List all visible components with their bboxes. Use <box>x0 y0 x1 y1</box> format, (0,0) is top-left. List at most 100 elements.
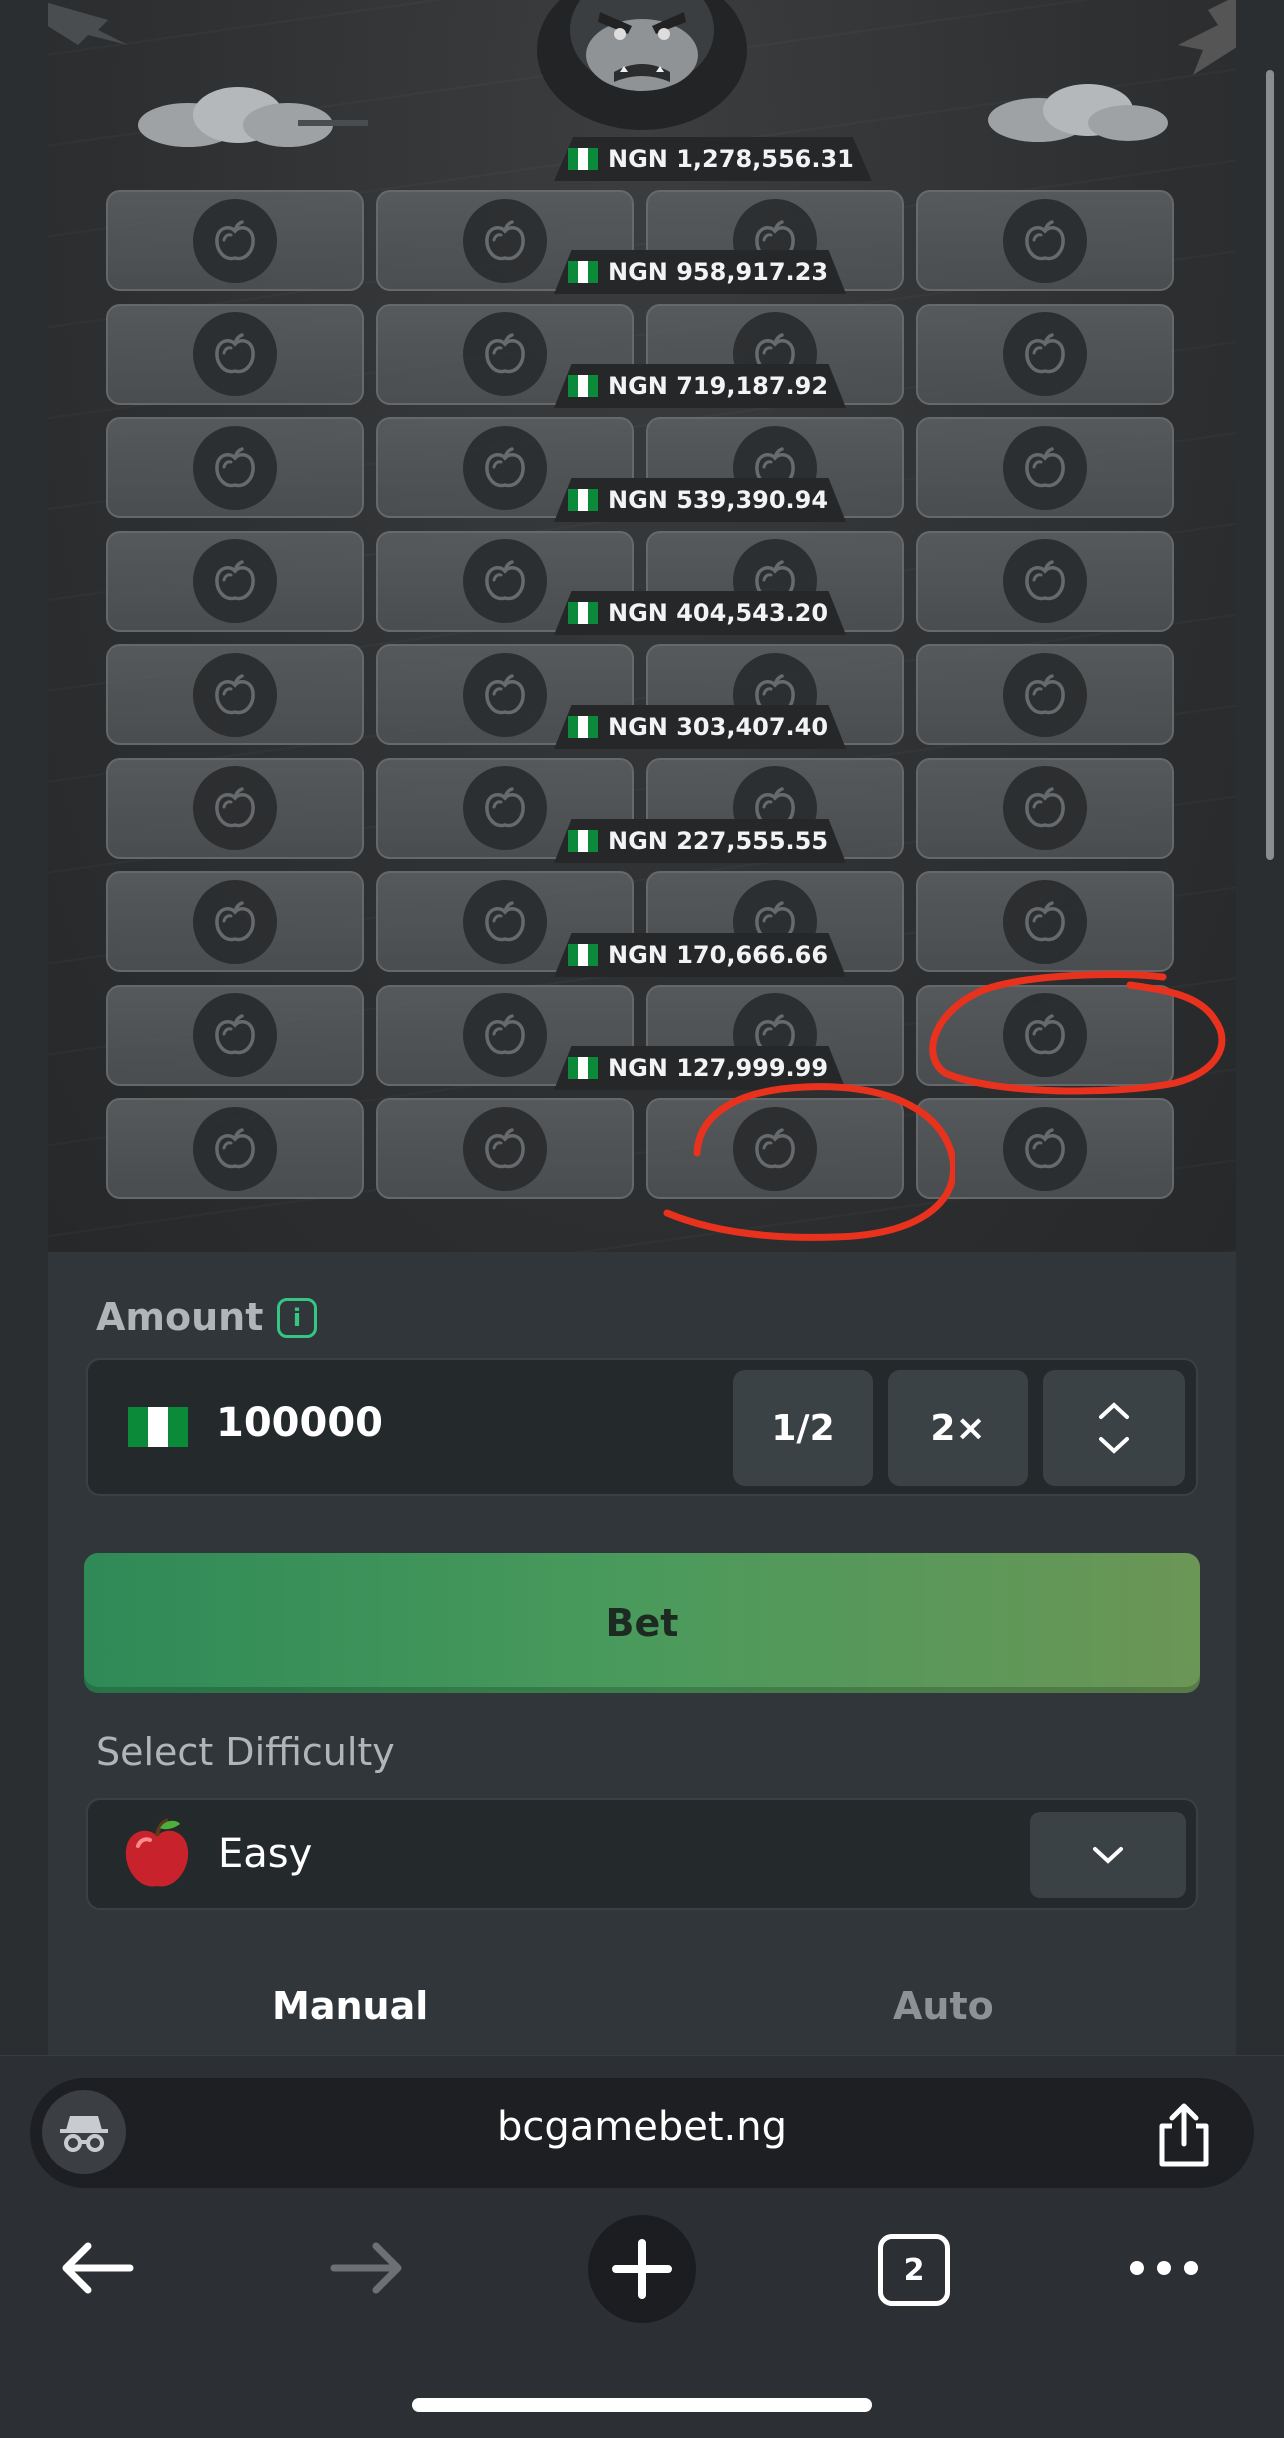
payout-value: NGN 404,543.20 <box>608 599 829 627</box>
apple-icon <box>463 312 547 396</box>
apple-icon <box>463 993 547 1077</box>
payout-tag-row-8: NGN 170,666.66 <box>554 933 847 977</box>
apple-icon <box>193 879 277 964</box>
nigeria-flag-icon <box>568 716 598 738</box>
apple-icon <box>1003 1106 1087 1191</box>
apple-icon <box>125 1818 189 1887</box>
game-tile[interactable] <box>916 644 1174 745</box>
nigeria-flag-icon <box>568 830 598 852</box>
game-tile[interactable] <box>106 1098 364 1199</box>
game-tile[interactable] <box>916 871 1174 972</box>
new-tab-button[interactable] <box>588 2215 696 2323</box>
game-tile[interactable] <box>916 417 1174 518</box>
payout-tag-row-4: NGN 539,390.94 <box>554 478 847 522</box>
payout-tag-row-9: NGN 127,999.99 <box>554 1046 847 1090</box>
apple-icon <box>193 539 277 623</box>
apple-icon <box>1003 312 1087 396</box>
difficulty-dropdown-button[interactable] <box>1030 1812 1186 1898</box>
game-tile[interactable] <box>916 757 1174 859</box>
half-amount-button[interactable]: 1/2 <box>733 1370 873 1486</box>
chevron-down-icon[interactable] <box>1097 1435 1131 1455</box>
page-gutter-left <box>0 0 48 2055</box>
nigeria-flag-icon <box>568 944 598 966</box>
amount-stepper[interactable] <box>1043 1370 1185 1486</box>
chevron-down-icon <box>1093 1847 1123 1864</box>
nigeria-flag-icon <box>568 1057 598 1079</box>
game-tile[interactable] <box>376 1098 634 1199</box>
payout-value: NGN 127,999.99 <box>608 1054 829 1082</box>
apple-icon <box>463 766 547 850</box>
game-tile[interactable] <box>106 190 364 291</box>
payout-tag-row-6: NGN 303,407.40 <box>554 705 847 749</box>
apple-icon <box>193 425 277 510</box>
tabs-count-button[interactable]: 2 <box>878 2234 950 2306</box>
plus-icon <box>612 2239 672 2299</box>
bet-button[interactable]: Bet <box>84 1553 1200 1693</box>
back-arrow-icon[interactable] <box>56 2232 136 2304</box>
game-tile[interactable] <box>106 984 364 1086</box>
apple-icon <box>193 993 277 1077</box>
nigeria-flag-icon <box>568 261 598 283</box>
tile-row-9 <box>106 1098 1226 1212</box>
apple-icon <box>193 766 277 850</box>
payout-value: NGN 719,187.92 <box>608 372 829 400</box>
payout-value: NGN 227,555.55 <box>608 827 829 855</box>
clouds-decoration-left <box>138 87 368 147</box>
info-icon[interactable]: i <box>277 1298 317 1338</box>
game-tile[interactable] <box>106 303 364 405</box>
game-tile[interactable] <box>106 417 364 518</box>
apple-icon <box>1003 766 1087 850</box>
apple-icon <box>463 652 547 737</box>
share-icon[interactable] <box>1154 2100 1214 2170</box>
payout-value: NGN 958,917.23 <box>608 258 829 286</box>
game-tile[interactable] <box>916 303 1174 405</box>
amount-input[interactable]: 100000 <box>216 1400 383 1446</box>
forward-arrow-icon[interactable] <box>328 2232 408 2304</box>
branch-decoration-right <box>1178 0 1236 75</box>
game-tile[interactable] <box>916 984 1174 1086</box>
nigeria-flag-icon <box>568 602 598 624</box>
game-tile[interactable] <box>916 530 1174 632</box>
nigeria-flag-icon <box>128 1407 188 1447</box>
game-tile[interactable] <box>106 757 364 859</box>
apple-icon <box>1003 652 1087 737</box>
game-tile[interactable] <box>646 1098 904 1199</box>
home-indicator[interactable] <box>412 2398 872 2412</box>
apple-icon <box>1003 198 1087 283</box>
nigeria-flag-icon <box>568 375 598 397</box>
apple-icon <box>733 1106 817 1191</box>
branch-decoration-left <box>48 2 128 45</box>
apple-icon <box>193 1106 277 1191</box>
payout-tag-row-5: NGN 404,543.20 <box>554 591 847 635</box>
game-tile[interactable] <box>916 190 1174 291</box>
chevron-up-icon[interactable] <box>1097 1401 1131 1421</box>
apple-icon <box>463 1106 547 1191</box>
nigeria-flag-icon <box>568 148 598 170</box>
payout-tag-row-2: NGN 958,917.23 <box>554 250 847 294</box>
scrollbar[interactable] <box>1266 70 1274 860</box>
payout-value: NGN 170,666.66 <box>608 941 829 969</box>
tab-manual[interactable]: Manual <box>272 1984 428 2028</box>
difficulty-value: Easy <box>218 1831 313 1877</box>
nigeria-flag-icon <box>568 489 598 511</box>
game-tile[interactable] <box>106 871 364 972</box>
game-board: NGN 1,278,556.31 NGN 958,917.23 NGN 719,… <box>48 0 1236 1252</box>
game-tile[interactable] <box>106 530 364 632</box>
url-text: bcgamebet.ng <box>497 2104 787 2150</box>
clouds-decoration-right <box>988 84 1168 142</box>
difficulty-label: Select Difficulty <box>96 1730 395 1774</box>
game-tile[interactable] <box>106 644 364 745</box>
apple-icon <box>1003 993 1087 1077</box>
more-icon[interactable] <box>1126 2232 1202 2304</box>
apple-icon <box>1003 425 1087 510</box>
payout-value: NGN 303,407.40 <box>608 713 829 741</box>
apple-icon <box>193 198 277 283</box>
payout-tag-row-1: NGN 1,278,556.31 <box>554 137 872 181</box>
apple-icon <box>463 879 547 964</box>
apple-icon <box>463 198 547 283</box>
payout-tag-row-3: NGN 719,187.92 <box>554 364 847 408</box>
page-gutter-right <box>1236 0 1284 2055</box>
double-amount-button[interactable]: 2× <box>888 1370 1028 1486</box>
game-tile[interactable] <box>916 1098 1174 1199</box>
tab-auto[interactable]: Auto <box>893 1984 994 2028</box>
